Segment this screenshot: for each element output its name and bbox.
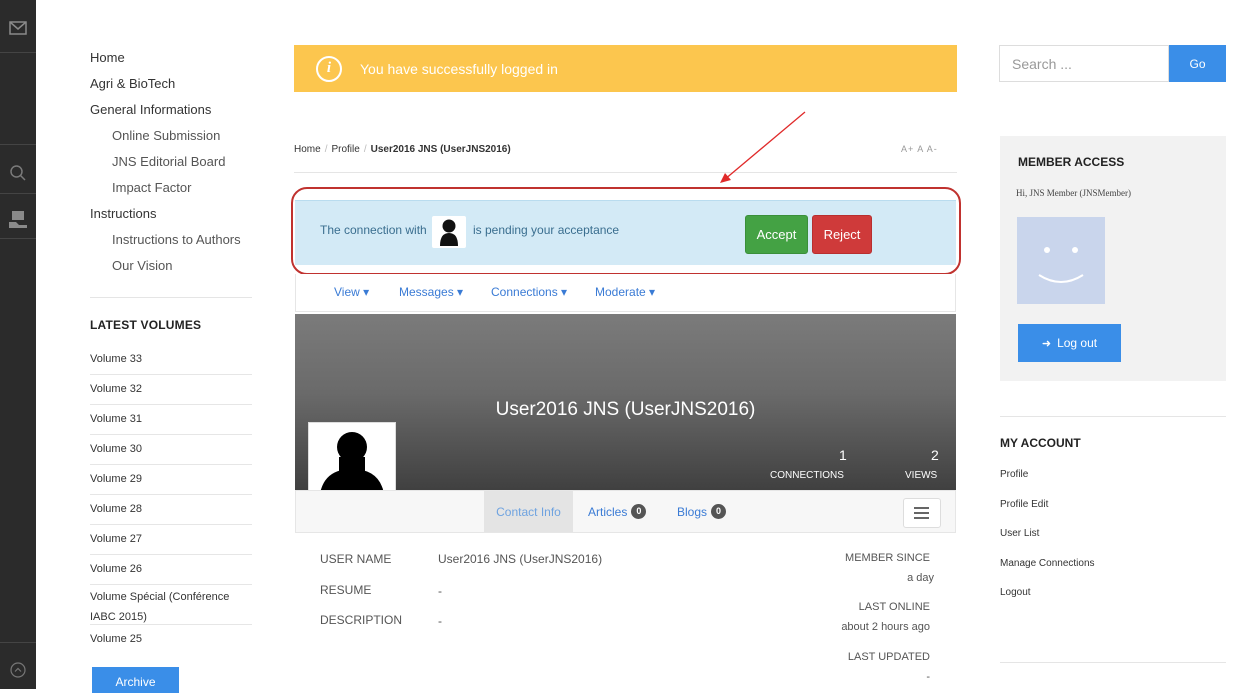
profile-name: User2016 JNS (UserJNS2016) [495,399,756,420]
member-access-panel: MEMBER ACCESS Hi, JNS Member (JNSMember)… [1000,136,1226,381]
member-access-title: MEMBER ACCESS [1018,155,1125,169]
search-go-button[interactable]: Go [1169,45,1226,82]
user-name-value: User2016 JNS (UserJNS2016) [438,552,603,566]
menu-connections[interactable]: Connections ▾ [491,285,567,299]
connections-count: 1 [839,447,847,463]
divider [1000,416,1226,417]
account-link-profile-edit[interactable]: Profile Edit [1000,495,1095,525]
logout-button[interactable]: ➜ Log out [1018,324,1121,362]
last-updated-label: LAST UPDATED [847,651,930,663]
search-input[interactable]: Search ... [999,45,1169,82]
blogs-count-badge: 0 [711,504,727,519]
connections-label: CONNECTIONS [770,470,844,481]
account-link-manage-connections[interactable]: Manage Connections [1000,554,1095,584]
description-label: DESCRIPTION [320,613,403,627]
resume-label: RESUME [320,583,372,597]
profile-tabs: Contact Info Articles 0 Blogs 0 [295,490,956,533]
last-updated-value: - [926,671,930,683]
views-count: 2 [931,447,939,463]
logout-icon: ➜ [1041,337,1052,350]
views-label: VIEWS [905,470,938,481]
divider [1000,662,1226,663]
last-online-value: about 2 hours ago [841,621,930,633]
account-link-profile[interactable]: Profile [1000,465,1095,495]
logout-label: Log out [1057,336,1098,350]
tab-blogs[interactable]: Blogs 0 [677,491,727,532]
description-value: - [438,614,442,628]
last-online-label: LAST ONLINE [858,601,930,613]
resume-value: - [438,584,442,598]
tab-articles-label: Articles [588,504,628,519]
member-since-label: MEMBER SINCE [845,552,930,564]
menu-moderate[interactable]: Moderate ▾ [595,285,655,299]
menu-messages[interactable]: Messages ▾ [399,285,463,299]
menu-view[interactable]: View ▾ [334,285,369,299]
user-name-label: USER NAME [320,552,392,566]
profile-menu: View ▾ Messages ▾ Connections ▾ Moderate… [295,274,956,312]
member-greeting: Hi, JNS Member (JNSMember) [1016,188,1131,198]
hamburger-menu-icon[interactable] [903,498,941,528]
account-link-user-list[interactable]: User List [1000,524,1095,554]
account-link-logout[interactable]: Logout [1000,583,1095,613]
articles-count-badge: 0 [631,504,647,519]
tab-blogs-label: Blogs [677,504,708,519]
my-account-links: Profile Profile Edit User List Manage Co… [1000,465,1095,613]
member-since-value: a day [907,572,934,584]
tab-contact-info[interactable]: Contact Info [484,491,573,532]
my-account-title: MY ACCOUNT [1000,436,1081,450]
tab-articles[interactable]: Articles 0 [588,491,647,532]
member-avatar [1017,217,1105,304]
